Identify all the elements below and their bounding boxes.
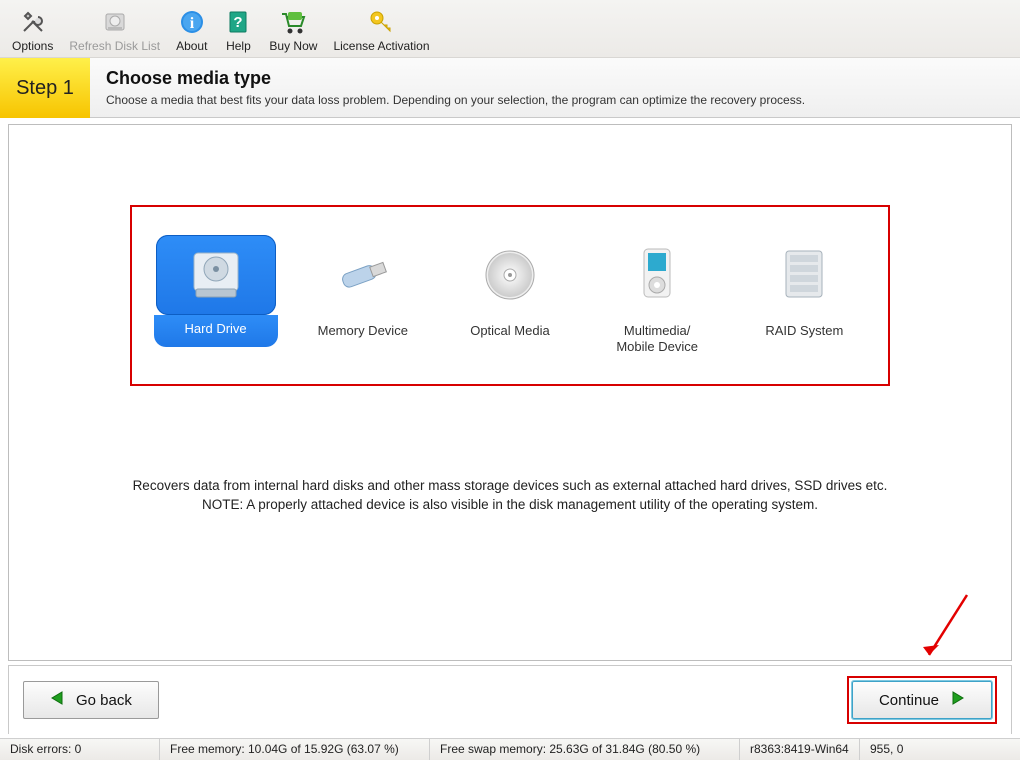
media-hard-drive[interactable]: Hard Drive xyxy=(154,235,278,356)
media-hard-drive-label: Hard Drive xyxy=(154,315,278,347)
refresh-label: Refresh Disk List xyxy=(69,39,160,53)
refresh-disk-list-button[interactable]: Refresh Disk List xyxy=(61,4,168,55)
about-button[interactable]: i About xyxy=(168,4,215,55)
continue-button[interactable]: Continue xyxy=(852,681,992,719)
media-optical-label: Optical Media xyxy=(448,323,572,339)
media-optical[interactable]: Optical Media xyxy=(448,235,572,356)
tools-icon xyxy=(18,7,48,37)
status-disk-errors: Disk errors: 0 xyxy=(0,739,160,760)
media-type-group: Hard Drive Memory Device Optical Media M… xyxy=(130,205,890,386)
key-icon xyxy=(366,7,396,37)
options-button[interactable]: Options xyxy=(4,4,61,55)
status-free-memory: Free memory: 10.04G of 15.92G (63.07 %) xyxy=(160,739,430,760)
status-swap-memory: Free swap memory: 25.63G of 31.84G (80.5… xyxy=(430,739,740,760)
status-coords: 955, 0 xyxy=(860,739,1020,760)
media-raid-label: RAID System xyxy=(742,323,866,339)
ipod-icon xyxy=(597,235,717,315)
usb-stick-icon xyxy=(303,235,423,315)
nav-row: Go back Continue xyxy=(8,665,1012,734)
continue-highlight: Continue xyxy=(847,676,997,724)
svg-text:?: ? xyxy=(234,14,243,31)
media-mobile[interactable]: Multimedia/ Mobile Device xyxy=(595,235,719,356)
media-raid[interactable]: RAID System xyxy=(742,235,866,356)
help-icon: ? xyxy=(223,7,253,37)
media-memory-label: Memory Device xyxy=(301,323,425,339)
status-bar: Disk errors: 0 Free memory: 10.04G of 15… xyxy=(0,738,1020,760)
svg-text:i: i xyxy=(190,15,195,32)
hard-drive-icon xyxy=(156,235,276,315)
status-build: r8363:8419-Win64 xyxy=(740,739,860,760)
media-memory-device[interactable]: Memory Device xyxy=(301,235,425,356)
buy-now-button[interactable]: Buy Now xyxy=(261,4,325,55)
media-description: Recovers data from internal hard disks a… xyxy=(80,476,940,515)
arrow-left-icon xyxy=(50,690,66,710)
help-label: Help xyxy=(226,39,251,53)
help-button[interactable]: ? Help xyxy=(215,4,261,55)
license-label: License Activation xyxy=(333,39,429,53)
options-label: Options xyxy=(12,39,53,53)
raid-icon xyxy=(744,235,864,315)
main-panel: Hard Drive Memory Device Optical Media M… xyxy=(8,124,1012,661)
arrow-right-icon xyxy=(949,690,965,710)
go-back-button[interactable]: Go back xyxy=(23,681,159,719)
cart-icon xyxy=(278,7,308,37)
continue-label: Continue xyxy=(879,692,939,709)
step-description: Choose media type Choose a media that be… xyxy=(90,58,821,117)
annotation-arrow-icon xyxy=(917,589,977,672)
license-activation-button[interactable]: License Activation xyxy=(325,4,437,55)
buynow-label: Buy Now xyxy=(269,39,317,53)
toolbar: Options Refresh Disk List i About ? Help… xyxy=(0,0,1020,58)
go-back-label: Go back xyxy=(76,692,132,709)
about-label: About xyxy=(176,39,207,53)
step-header: Step 1 Choose media type Choose a media … xyxy=(0,58,1020,118)
media-mobile-label: Multimedia/ Mobile Device xyxy=(595,323,719,356)
step-title: Choose media type xyxy=(106,68,805,89)
step-number: Step 1 xyxy=(0,58,90,118)
info-icon: i xyxy=(177,7,207,37)
disc-icon xyxy=(450,235,570,315)
drive-refresh-icon xyxy=(100,7,130,37)
step-subtitle: Choose a media that best fits your data … xyxy=(106,93,805,107)
